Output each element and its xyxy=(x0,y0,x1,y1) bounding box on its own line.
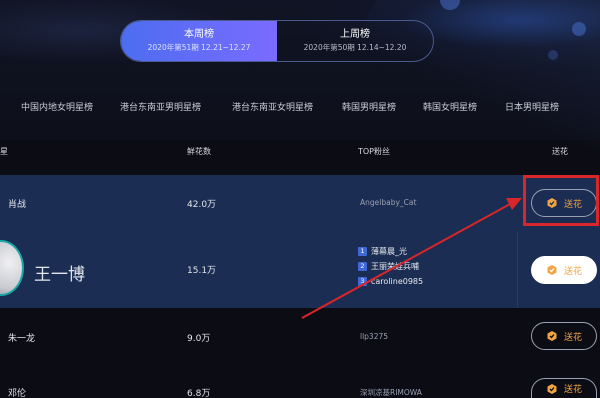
bokeh-dot xyxy=(548,50,558,60)
flower-gift-icon xyxy=(547,331,557,341)
fan-name: 薄幕晨_光 xyxy=(371,247,407,256)
send-flower-label: 送花 xyxy=(563,332,582,343)
list-item[interactable]: 2 王丽荣娃兵哺 xyxy=(358,259,423,274)
fan-name: caroline0985 xyxy=(371,277,424,286)
table-row: 肖战 42.0万 Angelbaby_Cat 送花 xyxy=(0,175,600,232)
column-header-top-fans: TOP粉丝 xyxy=(358,147,391,156)
bokeh-dot xyxy=(572,22,586,36)
top-fan[interactable]: Angelbaby_Cat xyxy=(360,198,416,207)
send-flower-label: 送花 xyxy=(563,266,582,277)
tab-title: 本周榜 xyxy=(184,29,214,40)
annotation-highlight-box xyxy=(523,175,599,226)
fan-name: 王丽荣娃兵哺 xyxy=(371,262,419,271)
table-row: 朱一龙 9.0万 llp3275 送花 xyxy=(0,308,600,362)
flower-count: 42.0万 xyxy=(187,200,217,210)
category-tab[interactable]: 港台东南亚女明星榜 xyxy=(232,100,313,113)
star-name[interactable]: 朱一龙 xyxy=(8,331,35,344)
tab-this-week[interactable]: 本周榜 2020年第51期 12.21~12.27 xyxy=(121,21,277,61)
send-flower-label: 送花 xyxy=(563,385,582,395)
fan-rank-badge: 1 xyxy=(358,247,367,256)
flower-gift-icon xyxy=(547,265,557,275)
column-header-star: 星 xyxy=(0,147,8,156)
category-nav: 中国内地女明星榜 港台东南亚男明星榜 港台东南亚女明星榜 韩国男明星榜 韩国女明… xyxy=(0,100,600,118)
column-header-gift: 送花 xyxy=(552,147,568,156)
column-header-flowers: 鲜花数 xyxy=(187,147,211,156)
flower-count: 6.8万 xyxy=(187,389,211,398)
send-flower-button[interactable]: 送花 xyxy=(531,322,597,350)
list-item[interactable]: 3 caroline0985 xyxy=(358,274,423,289)
category-tab[interactable]: 中国内地女明星榜 xyxy=(21,100,93,113)
fan-rank-badge: 2 xyxy=(358,262,367,271)
week-switch: 本周榜 2020年第51期 12.21~12.27 上周榜 2020年第50期 … xyxy=(120,20,434,62)
star-name[interactable]: 王一博 xyxy=(34,260,85,285)
tab-title: 上周榜 xyxy=(340,29,370,40)
column-divider xyxy=(517,232,518,308)
list-item[interactable]: 1 薄幕晨_光 xyxy=(358,244,423,259)
top-fans-list: 1 薄幕晨_光 2 王丽荣娃兵哺 3 caroline0985 xyxy=(358,244,423,289)
star-name[interactable]: 邓伦 xyxy=(8,386,26,398)
tab-dates: 2020年第51期 12.21~12.27 xyxy=(147,43,251,52)
category-tab[interactable]: 港台东南亚男明星榜 xyxy=(120,100,201,113)
tab-dates: 2020年第50期 12.14~12.20 xyxy=(303,43,407,52)
category-tab[interactable]: 日本男明星榜 xyxy=(505,100,559,113)
top-fan[interactable]: llp3275 xyxy=(360,332,388,341)
send-flower-button[interactable]: 送花 xyxy=(531,378,597,398)
send-flower-button[interactable]: 送花 xyxy=(531,256,597,284)
table-row: 邓伦 6.8万 深圳凉基RIMOWA 送花 xyxy=(0,362,600,398)
top-fan[interactable]: 深圳凉基RIMOWA xyxy=(360,387,422,398)
category-tab[interactable]: 韩国男明星榜 xyxy=(342,100,396,113)
flower-count: 15.1万 xyxy=(187,266,217,276)
tab-last-week[interactable]: 上周榜 2020年第50期 12.14~12.20 xyxy=(277,21,433,61)
star-name[interactable]: 肖战 xyxy=(8,197,26,210)
category-tab[interactable]: 韩国女明星榜 xyxy=(423,100,477,113)
fan-rank-badge: 3 xyxy=(358,277,367,286)
table-row: 王一博 15.1万 1 薄幕晨_光 2 王丽荣娃兵哺 3 caroline0985 送… xyxy=(0,232,600,308)
flower-count: 9.0万 xyxy=(187,334,211,344)
flower-gift-icon xyxy=(547,383,557,394)
